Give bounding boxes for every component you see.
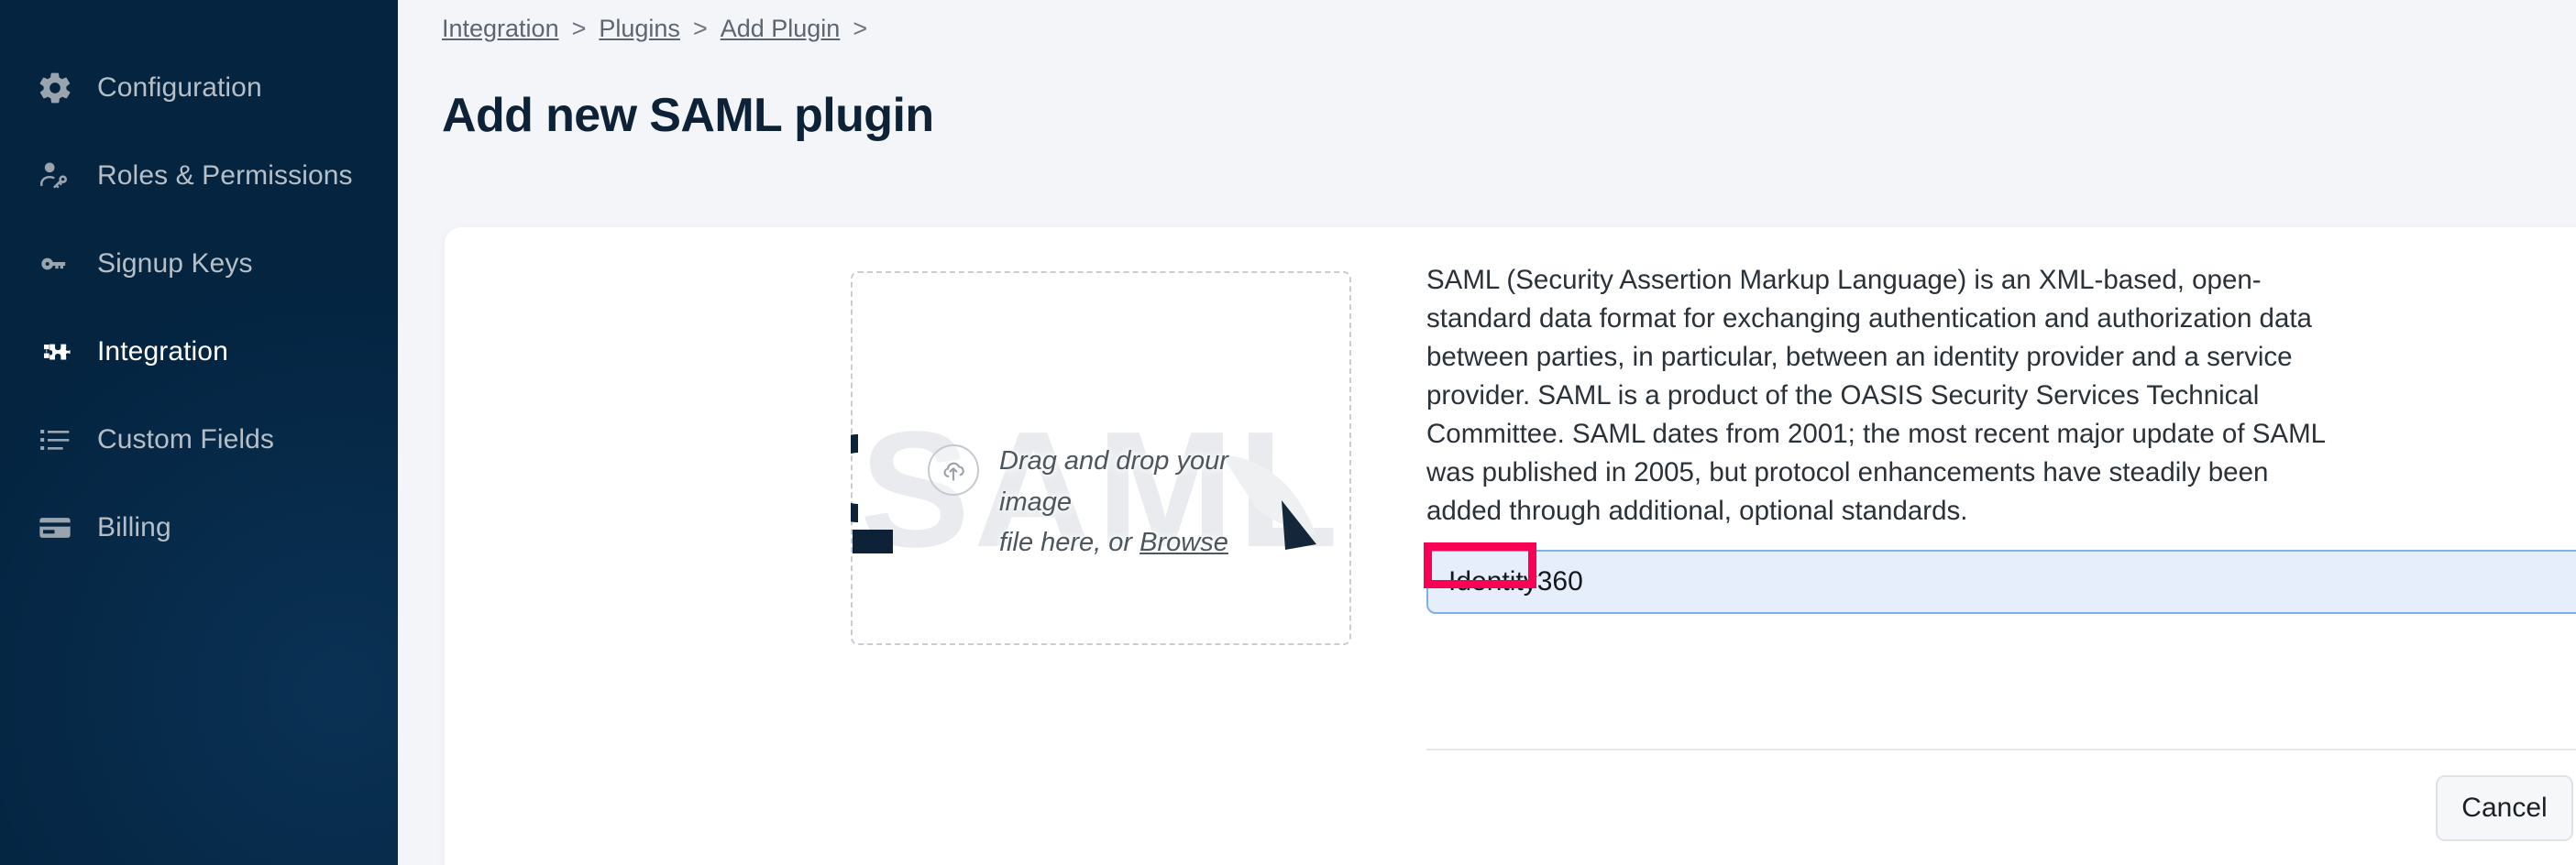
image-dropzone[interactable]	[851, 271, 1351, 645]
saml-description: SAML (Security Assertion Markup Language…	[1426, 265, 2325, 526]
key-icon	[28, 246, 83, 282]
sidebar-item-billing[interactable]: Billing	[0, 484, 398, 572]
footer-divider	[1426, 749, 2576, 750]
app-root: Configuration Roles & Permissions Signup…	[0, 0, 2576, 865]
breadcrumb-item-plugins[interactable]: Plugins	[599, 15, 680, 43]
sidebar-item-integration[interactable]: Integration	[0, 308, 398, 396]
sidebar-item-roles-permissions[interactable]: Roles & Permissions	[0, 132, 398, 220]
puzzle-icon	[28, 334, 83, 370]
breadcrumb-item-integration[interactable]: Integration	[442, 15, 559, 43]
sidebar: Configuration Roles & Permissions Signup…	[0, 0, 398, 865]
browse-link[interactable]: Browse	[1139, 528, 1228, 557]
credit-card-icon	[28, 509, 83, 546]
list-icon	[28, 422, 83, 458]
sidebar-item-label: Billing	[97, 512, 171, 542]
sidebar-item-label: Configuration	[97, 72, 262, 103]
sidebar-item-label: Integration	[97, 336, 228, 367]
breadcrumb-separator-trailing: >	[853, 15, 868, 42]
cancel-button[interactable]: Cancel	[2436, 775, 2573, 841]
breadcrumb-separator: >	[692, 15, 708, 42]
main-content: Integration > Plugins > Add Plugin > Add…	[398, 0, 2576, 865]
sidebar-item-custom-fields[interactable]: Custom Fields	[0, 396, 398, 484]
sidebar-item-signup-keys[interactable]: Signup Keys	[0, 220, 398, 308]
user-key-icon	[28, 158, 83, 194]
breadcrumb-item-add-plugin[interactable]: Add Plugin	[721, 15, 841, 43]
breadcrumb: Integration > Plugins > Add Plugin >	[442, 15, 867, 43]
sidebar-item-label: Custom Fields	[97, 424, 275, 454]
page-title: Add new SAML plugin	[442, 89, 934, 142]
sidebar-item-label: Signup Keys	[97, 248, 253, 279]
plugin-name-input[interactable]	[1426, 550, 2576, 614]
plugin-name-field-wrapper	[1424, 542, 2576, 614]
sidebar-item-configuration[interactable]: Configuration	[0, 44, 398, 132]
form-actions: Cancel Add	[1426, 775, 2576, 841]
sidebar-item-label: Roles & Permissions	[97, 160, 353, 191]
gear-icon	[28, 70, 83, 106]
breadcrumb-separator: >	[571, 15, 587, 42]
